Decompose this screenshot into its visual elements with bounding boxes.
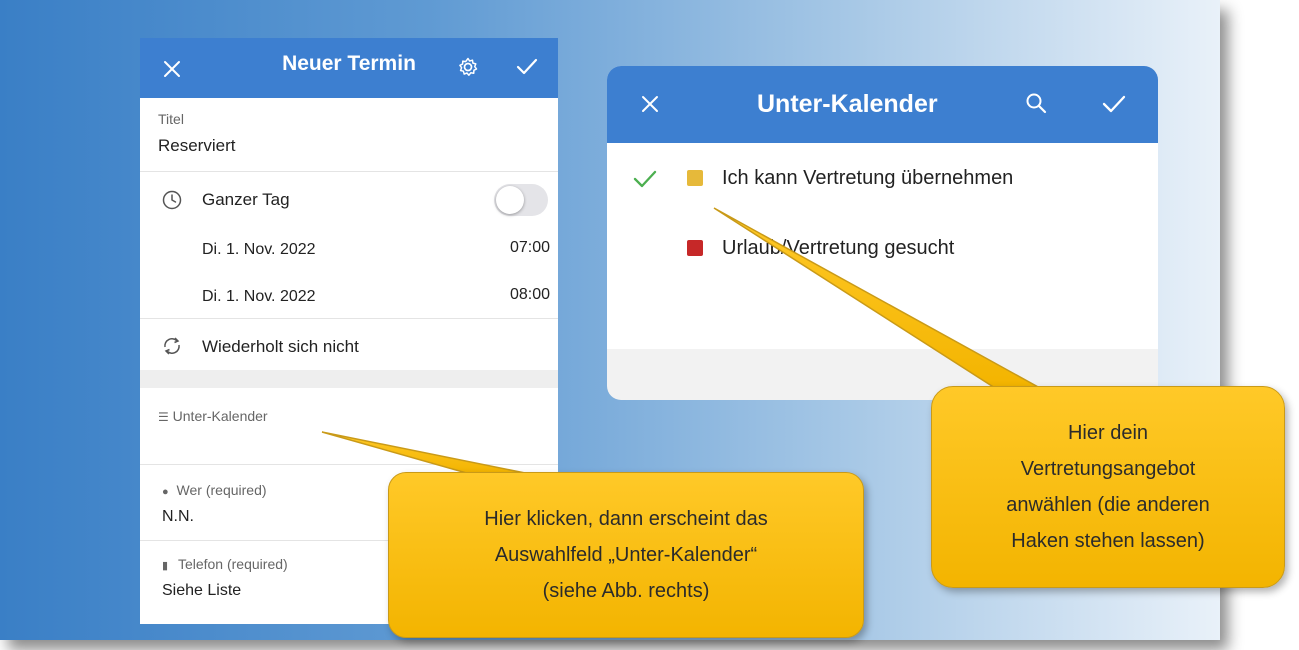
right-callout: Hier dein Vertretungsangebot anwählen (d… (931, 386, 1285, 588)
left-callout-line: (siehe Abb. rechts) (542, 580, 710, 602)
left-callout-text: Hier klicken, dann erscheint das Auswahl… (389, 501, 863, 609)
right-callout-pointer (713, 207, 1041, 389)
left-callout-line: Hier klicken, dann erscheint das (484, 508, 768, 530)
right-callout-line: anwählen (die anderen (1006, 494, 1210, 516)
right-callout-line: Vertretungsangebot (1020, 458, 1196, 480)
left-callout-line: Auswahlfeld „Unter-Kalender“ (494, 544, 758, 566)
right-callout-line: Hier dein (1067, 422, 1149, 444)
left-callout: Hier klicken, dann erscheint das Auswahl… (388, 472, 864, 638)
left-callout-pointer (321, 431, 531, 475)
right-callout-line: Haken stehen lassen) (1011, 530, 1205, 552)
right-callout-text: Hier dein Vertretungsangebot anwählen (d… (932, 415, 1284, 559)
